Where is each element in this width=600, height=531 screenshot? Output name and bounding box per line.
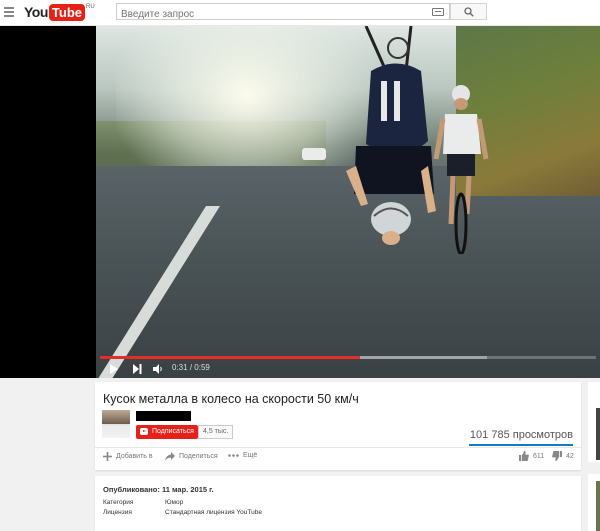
volume-icon[interactable] <box>153 364 163 374</box>
category-link[interactable]: Юмор <box>165 499 183 506</box>
channel-name-redacted[interactable] <box>136 411 191 421</box>
more-label: Ещё <box>243 452 258 459</box>
more-icon <box>228 454 239 457</box>
related-video-thumbnail[interactable] <box>596 408 600 460</box>
car <box>302 148 326 160</box>
add-icon <box>103 452 112 461</box>
more-button[interactable]: Ещё <box>228 452 257 459</box>
dislike-icon <box>552 451 562 461</box>
video-title: Кусок металла в колесо на скорости 50 км… <box>103 392 359 406</box>
video-frame[interactable] <box>96 26 600 378</box>
logo-you: You <box>24 4 48 20</box>
progress-bar[interactable] <box>100 356 596 359</box>
license-label: Лицензия <box>103 509 132 516</box>
video-player[interactable]: 0:31 / 0:59 <box>0 26 600 378</box>
time-current: 0:31 <box>172 363 188 372</box>
menu-icon[interactable] <box>4 7 14 17</box>
next-icon[interactable] <box>133 364 142 374</box>
publish-date: Опубликовано: 11 мар. 2015 г. <box>103 485 214 494</box>
search-box <box>116 3 450 22</box>
subscriber-count: 4,5 тыс. <box>198 425 234 439</box>
like-button[interactable]: 611 <box>519 451 544 461</box>
logo-tube: Tube <box>48 3 85 21</box>
time-separator: / <box>189 363 193 372</box>
search-icon <box>464 7 474 17</box>
search-button[interactable] <box>450 3 487 20</box>
player-controls: 0:31 / 0:59 <box>96 360 600 378</box>
video-info-card: Кусок металла в колесо на скорости 50 км… <box>95 382 581 470</box>
like-icon <box>519 451 529 461</box>
youtube-logo[interactable]: You Tube RU <box>24 3 95 21</box>
like-ratio-bar <box>469 444 573 446</box>
youtube-play-icon <box>140 428 148 435</box>
view-count: 101 785 просмотров <box>469 429 573 441</box>
play-icon[interactable] <box>110 364 118 374</box>
divider <box>95 447 581 448</box>
category-label: Категория <box>103 499 134 506</box>
share-label: Поделиться <box>179 453 218 460</box>
add-to-label: Добавить в <box>116 453 153 460</box>
license-value: Стандартная лицензия YouTube <box>165 509 262 516</box>
share-icon <box>165 452 175 461</box>
video-details-card: Опубликовано: 11 мар. 2015 г. Категория … <box>95 476 581 531</box>
cyclist <box>433 85 489 254</box>
subscribe-button[interactable]: Подписаться <box>136 425 198 439</box>
dislike-count: 42 <box>566 452 574 460</box>
time-total: 0:59 <box>194 363 210 372</box>
dislike-button[interactable]: 42 <box>552 451 574 461</box>
played-bar <box>100 356 361 359</box>
logo-region: RU <box>86 4 95 10</box>
time-display: 0:31 / 0:59 <box>172 363 210 372</box>
avatar[interactable] <box>102 410 130 438</box>
subscribe-label: Подписаться <box>152 428 194 435</box>
keyboard-icon[interactable] <box>432 8 444 16</box>
search-input[interactable] <box>117 7 421 22</box>
falling-cyclist <box>346 26 436 245</box>
share-button[interactable]: Поделиться <box>165 452 218 461</box>
masthead: You Tube RU <box>0 0 600 26</box>
related-video-thumbnail[interactable] <box>596 481 600 531</box>
add-to-button[interactable]: Добавить в <box>103 452 153 461</box>
like-count: 611 <box>533 452 545 460</box>
